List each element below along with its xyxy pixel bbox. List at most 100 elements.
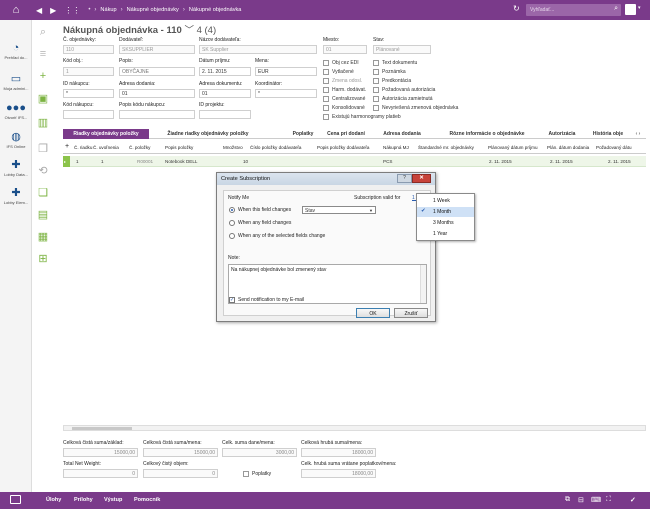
send-email-checkbox[interactable]: ✓ <box>229 297 235 303</box>
column-header[interactable]: Popis položky <box>165 145 193 150</box>
tab-history[interactable]: História obje <box>585 129 631 139</box>
tab-delivery-price[interactable]: Cena pri dodaní <box>319 129 373 139</box>
breadcrumb-1[interactable]: Nákup <box>100 7 116 13</box>
radio-this-field[interactable] <box>229 207 235 213</box>
cell[interactable]: 2. 11. 2015 <box>608 159 631 164</box>
checkbox-payment-plans[interactable] <box>323 114 329 120</box>
checkbox-unresolved-change[interactable] <box>373 105 379 111</box>
gross-incl-field[interactable]: 18000,00 <box>301 469 376 478</box>
order-no-field[interactable]: 110 <box>63 45 114 54</box>
delivery-addr-field[interactable]: 01 <box>119 89 195 98</box>
rail-item-admin[interactable]: ▭ Moja admini... <box>0 72 32 91</box>
tax-field[interactable]: 3000,00 <box>222 448 297 457</box>
close-button[interactable]: ✕ <box>412 174 431 183</box>
receipt-date-field[interactable]: 2. 11. 2015 <box>199 67 251 76</box>
add-row-icon[interactable]: + <box>65 143 69 150</box>
apps-grid-icon[interactable]: ⋮⋮ <box>64 6 80 15</box>
net-cur-field[interactable]: 15000,00 <box>143 448 218 457</box>
checkbox-doc-text[interactable] <box>373 60 379 66</box>
net-total-field[interactable]: 15000,00 <box>63 448 138 457</box>
checkbox-change-sent[interactable] <box>323 78 329 84</box>
cell[interactable]: PCS <box>383 159 392 164</box>
volume-field[interactable]: 0 <box>143 469 218 478</box>
coordinator-field[interactable]: * <box>255 89 317 98</box>
code-field[interactable]: 1 <box>63 67 114 76</box>
rail-item-overview[interactable]: ◔ Prehľad do... <box>0 42 32 60</box>
table-row[interactable]: ▸ 1 1 R00001 Notebook DELL 10 PCS 2. 11.… <box>63 156 646 167</box>
checkbox-note[interactable] <box>373 69 379 75</box>
checkbox-edi[interactable] <box>323 60 329 66</box>
horizontal-scrollbar[interactable] <box>63 425 646 431</box>
cancel-button[interactable]: Zrušiť <box>394 308 428 318</box>
checkbox-centralized[interactable] <box>323 96 329 102</box>
supplier-name-field[interactable]: SK Supplier <box>199 45 317 54</box>
forward-icon[interactable]: ▶ <box>50 6 56 15</box>
rail-item-lobby-elem[interactable]: ✚ Lobby Elem... <box>0 186 32 205</box>
rail-item-lobby-data[interactable]: ✚ Lobby Data... <box>0 158 32 177</box>
menu-item-1-month[interactable]: ✔ 1 Month <box>417 207 474 217</box>
status-field[interactable]: Plánované <box>373 45 431 54</box>
cell[interactable]: 1 <box>76 159 79 164</box>
delete-icon[interactable]: ▥ <box>36 116 50 130</box>
fullscreen-icon[interactable]: ⛶ <box>606 496 611 504</box>
buyer-code-field[interactable] <box>63 110 114 119</box>
checkbox-auth-rejected[interactable] <box>373 96 379 102</box>
record-chevron-icon[interactable]: ﹀ <box>184 25 194 36</box>
help-button[interactable]: ? <box>397 174 412 183</box>
tab-delivery-address[interactable]: Adresa dodania <box>376 129 428 139</box>
add-row-icon[interactable]: ⊞ <box>36 252 50 266</box>
tab-scroll-icon[interactable]: ‹ › <box>631 129 645 139</box>
save-icon[interactable]: ▣ <box>36 92 50 106</box>
column-header[interactable]: Popis položky dodávateľa <box>317 145 369 150</box>
menu-item-1-year[interactable]: 1 Year <box>417 229 474 239</box>
column-header[interactable]: Plánovaný dátum príjmu <box>488 145 538 150</box>
column-header[interactable]: Č. položky <box>129 145 150 150</box>
column-header[interactable]: Číslo položky dodávateľa <box>250 145 301 150</box>
desc-field[interactable]: OBYČAJNE <box>119 67 195 76</box>
supplier-field[interactable]: SKSUPPLIER <box>119 45 195 54</box>
bottom-help[interactable]: Pomocník <box>134 497 160 503</box>
refresh-icon[interactable]: ⟲ <box>36 164 50 178</box>
cell[interactable]: 2. 11. 2015 <box>550 159 573 164</box>
menu-item-1-week[interactable]: 1 Week <box>417 196 474 206</box>
keyboard-icon[interactable]: ⌨ <box>591 496 601 504</box>
tab-authorization[interactable]: Autorizácia <box>543 129 581 139</box>
avatar[interactable] <box>625 4 636 15</box>
buyer-code-desc-field[interactable] <box>119 110 195 119</box>
tab-no-lines[interactable]: Žiadne riadky objednávky položky <box>153 129 263 139</box>
bottom-output[interactable]: Výstup <box>104 497 122 503</box>
back-icon[interactable]: ◀ <box>36 6 42 15</box>
note-scrollbar[interactable] <box>420 265 426 303</box>
copy-icon[interactable]: ❐ <box>36 142 50 156</box>
column-header[interactable]: Plán. dátum dodania <box>547 145 589 150</box>
bottom-attachments[interactable]: Prílohy <box>74 497 93 503</box>
buyer-field[interactable]: * <box>63 89 114 98</box>
add-icon[interactable]: + <box>36 70 50 84</box>
checkbox-auth-required[interactable] <box>373 87 379 93</box>
chat-icon[interactable] <box>10 495 21 504</box>
currency-field[interactable]: EUR <box>255 67 317 76</box>
checkbox-charges[interactable] <box>243 471 249 477</box>
search-icon[interactable]: ⌕ <box>36 26 50 40</box>
cell[interactable]: 10 <box>243 159 248 164</box>
doc-addr-field[interactable]: 01 <box>199 89 251 98</box>
search-input[interactable]: Vyhľadať... ⌕ <box>526 4 621 16</box>
notes-icon[interactable]: ▦ <box>36 230 50 244</box>
project-field[interactable] <box>199 110 251 119</box>
home-icon[interactable]: ⌂ <box>0 0 32 20</box>
document-icon[interactable]: ▤ <box>36 208 50 222</box>
refresh-icon[interactable]: ↻ <box>513 4 520 13</box>
column-header[interactable]: Nákupná MJ <box>383 145 409 150</box>
field-select[interactable]: Stav ▼ <box>302 206 376 214</box>
checkbox-printed[interactable] <box>323 69 329 75</box>
rail-item-ifs-online[interactable]: ◍ IFS Online <box>0 130 32 149</box>
window-icon[interactable]: ⧉ <box>565 496 570 504</box>
search-icon[interactable]: ⌕ <box>614 5 618 13</box>
column-header[interactable]: Štandardné mr. objednávky <box>418 145 474 150</box>
column-header[interactable]: Č. uvoľnenia <box>93 145 119 150</box>
scroll-thumb[interactable] <box>72 427 132 430</box>
weight-field[interactable]: 0 <box>63 469 138 478</box>
list-icon[interactable]: ≡ <box>36 48 50 62</box>
tab-order-lines[interactable]: Riadky objednávky položky <box>63 129 149 139</box>
checkbox-consolidated[interactable] <box>323 105 329 111</box>
